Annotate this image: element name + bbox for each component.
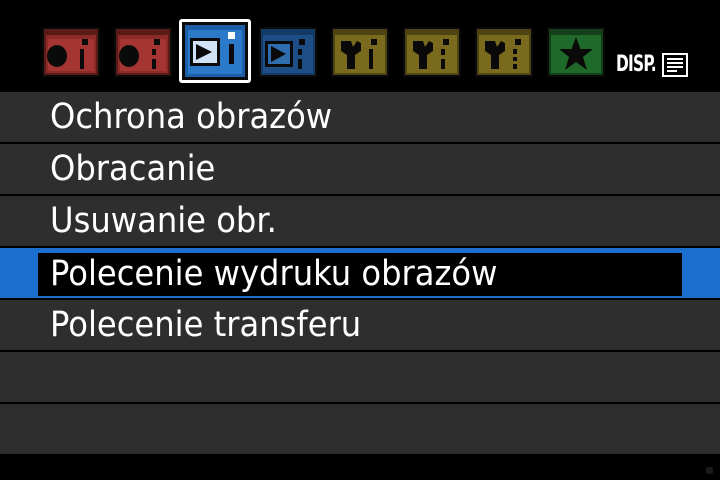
disp-button-label: DISP. <box>616 52 657 77</box>
tab-setup-2[interactable] <box>403 27 461 77</box>
menu-item-erase-images[interactable]: Usuwanie obr. <box>0 196 720 246</box>
info-list-icon <box>662 53 688 77</box>
menu-item-label: Polecenie wydruku obrazów <box>50 254 498 294</box>
menu-list: Ochrona obrazów Obracanie Usuwanie obr. … <box>0 92 720 456</box>
camera-icon <box>114 27 172 77</box>
tab-shooting-2[interactable] <box>114 27 172 77</box>
menu-item-rotate[interactable]: Obracanie <box>0 144 720 194</box>
tab-my-menu[interactable] <box>547 27 605 77</box>
tab-playback-2[interactable] <box>259 27 317 77</box>
menu-item-empty <box>0 404 720 454</box>
playback-icon <box>182 22 248 80</box>
playback-icon <box>259 27 317 77</box>
star-icon <box>547 27 605 77</box>
menu-item-label: Usuwanie obr. <box>50 201 277 241</box>
menu-item-label: Polecenie transferu <box>50 305 362 345</box>
menu-item-transfer-order[interactable]: Polecenie transferu <box>0 300 720 350</box>
tab-setup-1[interactable] <box>331 27 389 77</box>
menu-item-print-order[interactable]: Polecenie wydruku obrazów <box>0 248 720 298</box>
menu-item-protect-images[interactable]: Ochrona obrazów <box>0 92 720 142</box>
menu-item-label: Obracanie <box>50 149 216 189</box>
tab-playback-1[interactable] <box>179 19 251 83</box>
tab-shooting-1[interactable] <box>42 27 100 77</box>
tab-setup-3[interactable] <box>475 27 533 77</box>
status-dot <box>706 467 713 474</box>
wrench-icon <box>475 27 533 77</box>
menu-item-label: Ochrona obrazów <box>50 97 333 137</box>
wrench-icon <box>403 27 461 77</box>
camera-icon <box>42 27 100 77</box>
menu-tab-bar: DISP. <box>0 0 720 92</box>
menu-item-empty <box>0 352 720 402</box>
wrench-icon <box>331 27 389 77</box>
